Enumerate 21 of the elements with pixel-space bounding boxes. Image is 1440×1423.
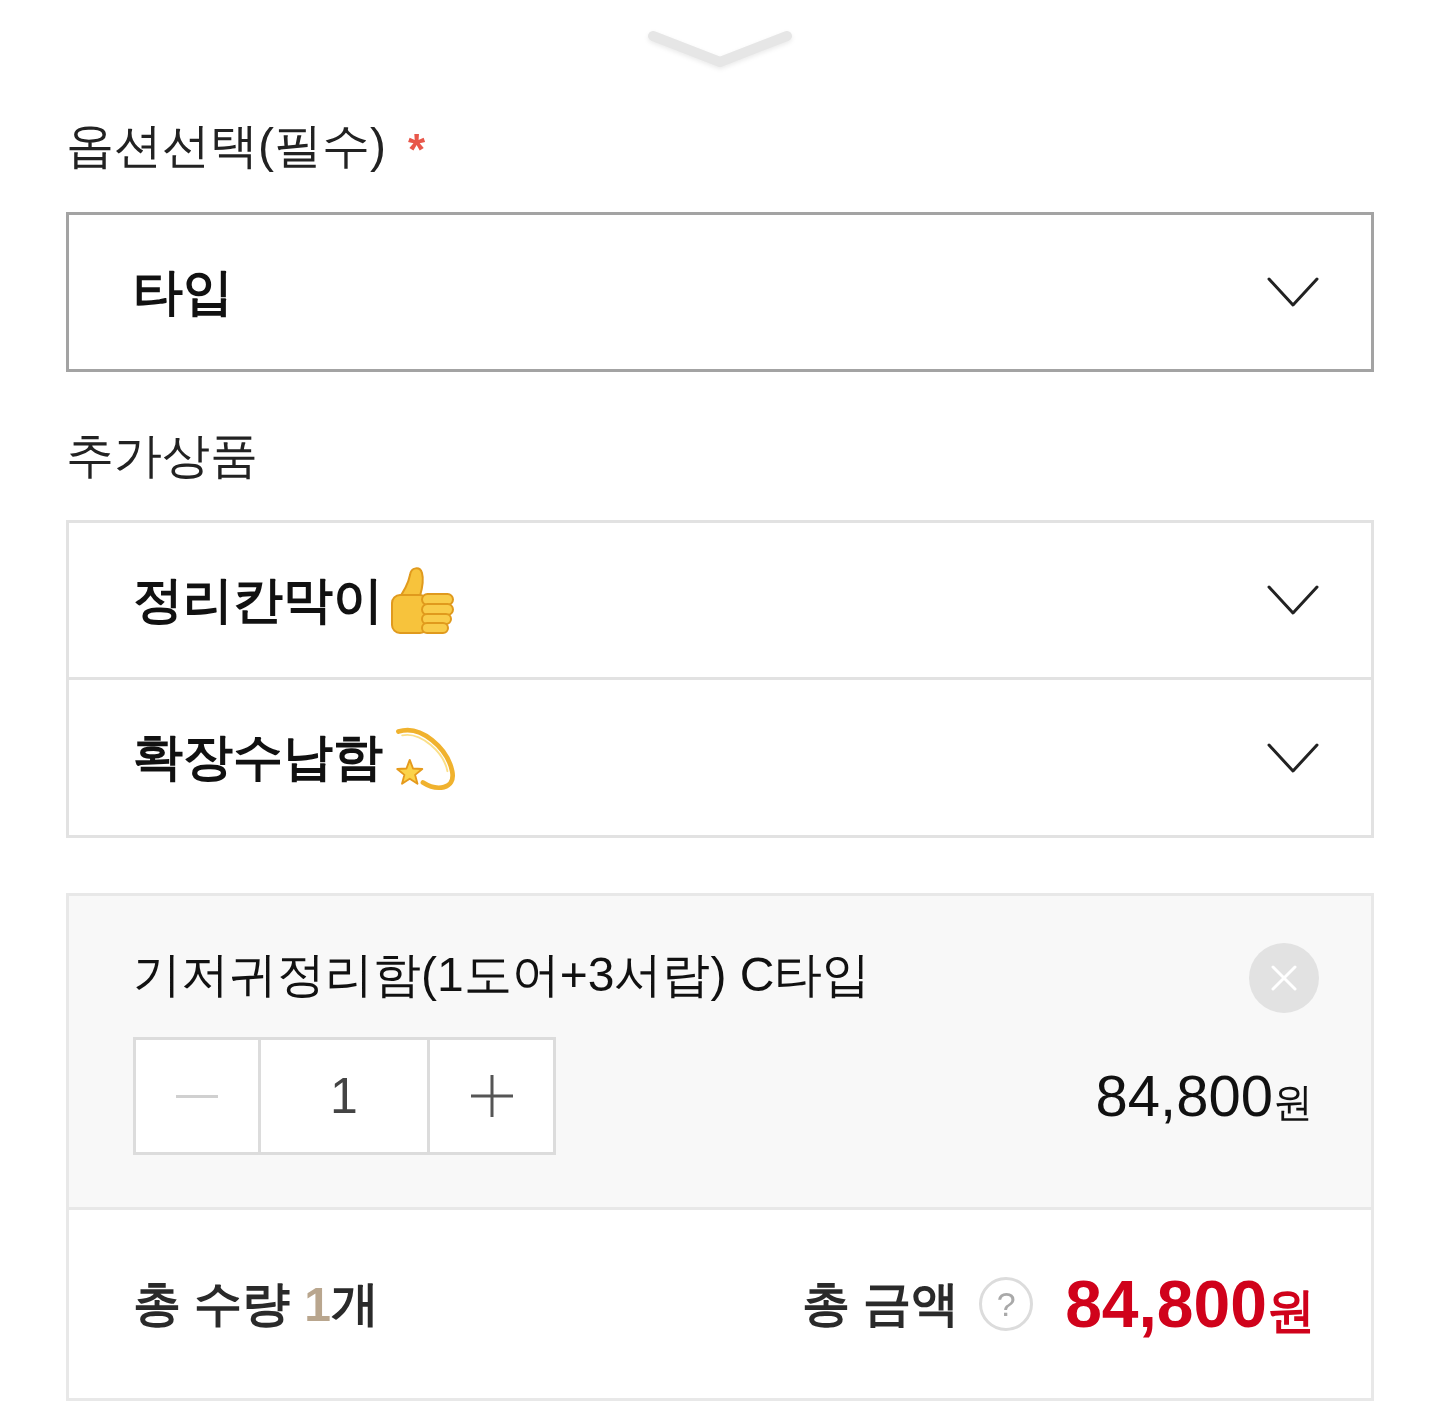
required-mark: * <box>407 128 426 172</box>
thumbs-up-icon <box>389 565 455 635</box>
chevron-down-icon <box>1267 585 1319 615</box>
chevron-down-icon <box>1267 277 1319 307</box>
addon-dropdown[interactable]: 정리칸막이 <box>66 520 1374 680</box>
total-price: 84,800원 <box>1065 1265 1315 1343</box>
total-quantity-label: 총 수량 <box>133 1276 291 1332</box>
addon-dropdown[interactable]: 확장수납함 <box>66 680 1374 838</box>
close-icon <box>1271 965 1297 991</box>
section-label: 추가상품 <box>66 428 258 484</box>
minus-icon <box>176 1094 218 1098</box>
chevron-down-icon[interactable] <box>647 28 793 70</box>
option-dropdown[interactable]: 타입 <box>66 212 1374 372</box>
quantity-unit: 개 <box>331 1276 380 1332</box>
item-name: 기저귀정리함(1도어+3서랍) C타입 <box>133 947 871 1003</box>
section-label: 옵션선택(필수) <box>66 118 386 174</box>
total-quantity-value: 1 <box>304 1276 332 1332</box>
item-price: 84,800원 <box>1095 1062 1313 1130</box>
chevron-down-icon <box>1267 742 1319 773</box>
plus-icon <box>470 1075 513 1117</box>
total-amount-label: 총 금액 <box>801 1276 960 1332</box>
